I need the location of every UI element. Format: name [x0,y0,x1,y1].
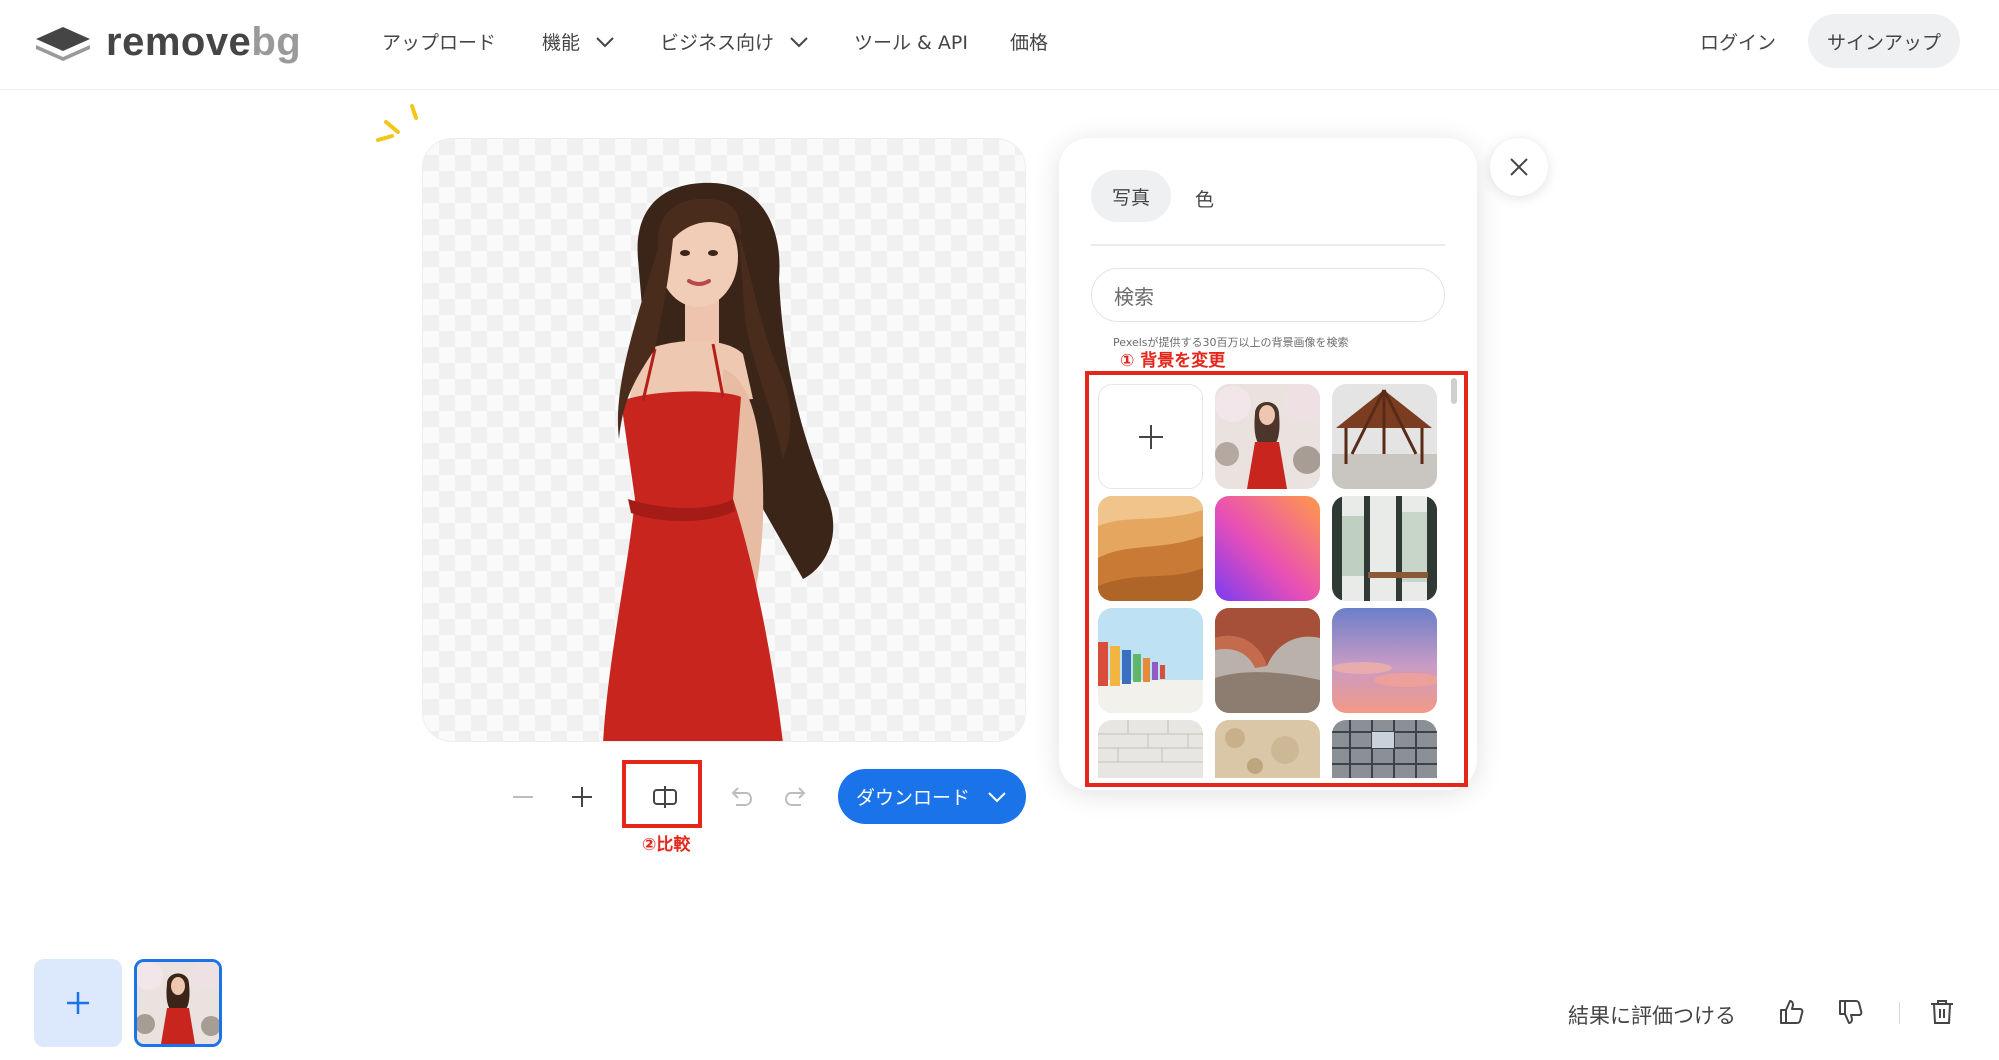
signup-button[interactable]: サインアップ [1808,14,1960,68]
plus-icon [572,787,592,807]
sparkle-icon [376,104,418,142]
thumbs-down-icon [1839,1000,1863,1024]
bottom-divider [1899,1002,1900,1024]
search-input[interactable]: 検索 [1091,268,1445,322]
logo[interactable]: removebg [34,20,301,65]
trash-icon [1931,1000,1953,1024]
thumbs-down-button[interactable] [1832,994,1868,1030]
tab-divider [1091,244,1445,246]
subject-image [603,182,834,741]
nav-item-label: 価格 [1010,32,1049,54]
compare-highlight-box [622,760,702,828]
chevron-down-icon [988,791,1006,802]
current-image-thumbnail[interactable] [134,959,222,1047]
download-button[interactable]: ダウンロード [838,769,1026,824]
close-icon [1510,158,1528,176]
add-image-button[interactable] [34,959,122,1047]
nav-item-label: ツール & API [854,32,968,54]
thumbs-up-icon [1780,1000,1804,1024]
signup-label: サインアップ [1826,31,1941,54]
undo-icon [731,787,753,806]
compare-annotation: ②比較 [642,835,691,855]
undo-button[interactable] [718,775,762,819]
nav-item-features[interactable]: 機能 [542,28,616,55]
tab-photo[interactable]: 写真 [1091,170,1171,222]
chevron-down-icon [790,36,808,47]
nav-item-business[interactable]: ビジネス向け [660,28,810,55]
thumbs-up-button[interactable] [1773,994,1809,1030]
nav-item-pricing[interactable]: 価格 [1010,28,1048,55]
plus-icon [67,992,89,1014]
rate-result-label: 結果に評価つける [1568,1004,1736,1028]
redo-icon [784,787,806,806]
close-panel-button[interactable] [1490,138,1548,196]
logo-text: removebg [106,20,302,64]
download-label: ダウンロード [855,787,970,809]
redo-button[interactable] [775,775,819,819]
nav-item-label: 機能 [542,32,581,54]
delete-button[interactable] [1924,994,1960,1030]
nav-item-label: アップロード [382,32,497,54]
nav-item-upload[interactable]: アップロード [382,28,496,55]
zoom-out-button[interactable] [501,775,545,819]
nav-item-label: ビジネス向け [660,32,775,54]
nav-item-tools-api[interactable]: ツール & API [854,28,968,55]
tab-color[interactable]: 色 [1195,185,1214,212]
background-grid-highlight-box [1085,371,1468,787]
change-background-annotation: ① 背景を変更 [1120,351,1226,371]
result-image-canvas[interactable] [422,138,1026,742]
current-image-preview [137,962,219,1044]
chevron-down-icon [596,36,614,47]
top-navigation-bar: removebg アップロード 機能 ビジネス向け ツール & API 価格 ロ… [0,0,1999,90]
zoom-in-button[interactable] [560,775,604,819]
logo-icon [36,26,90,61]
login-link[interactable]: ログイン [1700,28,1776,55]
minus-icon [513,796,533,798]
